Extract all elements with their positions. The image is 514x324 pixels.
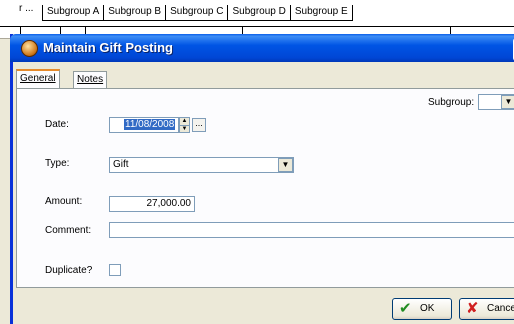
type-value: Gift bbox=[113, 159, 129, 170]
background-tab-subgroup-b[interactable]: Subgroup B bbox=[103, 5, 166, 21]
background-tab-subgroup-c[interactable]: Subgroup C bbox=[165, 5, 228, 21]
cancel-button-label: Cancel bbox=[487, 303, 514, 314]
tab-notes-label: Notes bbox=[77, 74, 104, 85]
background-tab-subgroup-a[interactable]: Subgroup A bbox=[42, 5, 104, 21]
amount-field[interactable]: 27,000.00 bbox=[109, 196, 195, 212]
background-tab-subgroup-d[interactable]: Subgroup D bbox=[227, 5, 290, 21]
duplicate-checkbox[interactable] bbox=[109, 264, 121, 276]
background-subgroup-tabs: Subgroup A Subgroup B Subgroup C Subgrou… bbox=[42, 5, 353, 21]
ok-button[interactable]: ✔ OK bbox=[392, 298, 452, 320]
date-label: Date: bbox=[45, 119, 69, 130]
gift-app-icon bbox=[21, 40, 38, 57]
background-grid-line bbox=[0, 26, 514, 27]
date-field[interactable]: 11/08/2008 bbox=[109, 117, 179, 133]
chevron-down-icon[interactable]: ▼ bbox=[501, 95, 514, 109]
x-icon: ✘ bbox=[466, 300, 479, 317]
maintain-gift-posting-dialog: Maintain Gift Posting X General Notes Su… bbox=[10, 34, 514, 324]
spin-up-icon[interactable]: ▲ bbox=[180, 118, 189, 126]
checkmark-icon: ✔ bbox=[399, 300, 412, 317]
general-tab-panel bbox=[16, 88, 514, 288]
comment-label: Comment: bbox=[45, 225, 92, 236]
tab-general-label: General bbox=[20, 73, 56, 84]
amount-label: Amount: bbox=[45, 196, 83, 207]
background-truncated-label: r ... bbox=[19, 3, 34, 14]
background-tab-subgroup-e[interactable]: Subgroup E bbox=[289, 5, 353, 21]
tab-notes[interactable]: Notes bbox=[73, 71, 108, 89]
cancel-button[interactable]: ✘ Cancel bbox=[459, 298, 514, 320]
type-label: Type: bbox=[45, 158, 70, 169]
ok-button-label: OK bbox=[420, 303, 435, 314]
date-value: 11/08/2008 bbox=[124, 119, 176, 130]
tab-general[interactable]: General bbox=[16, 69, 60, 90]
subgroup-label: Subgroup: bbox=[428, 97, 475, 108]
date-spinner[interactable]: ▲ ▼ bbox=[179, 117, 190, 133]
duplicate-label: Duplicate? bbox=[45, 265, 93, 276]
comment-field[interactable] bbox=[109, 222, 514, 238]
type-select[interactable]: Gift bbox=[109, 157, 294, 173]
date-picker-label: ... bbox=[195, 118, 203, 128]
dialog-title: Maintain Gift Posting bbox=[43, 40, 173, 55]
spin-down-icon[interactable]: ▼ bbox=[180, 126, 189, 133]
chevron-down-icon[interactable]: ▼ bbox=[278, 158, 293, 172]
date-picker-button[interactable]: ... bbox=[192, 118, 206, 132]
amount-value: 27,000.00 bbox=[146, 198, 192, 209]
dialog-titlebar[interactable]: Maintain Gift Posting X bbox=[10, 34, 514, 62]
